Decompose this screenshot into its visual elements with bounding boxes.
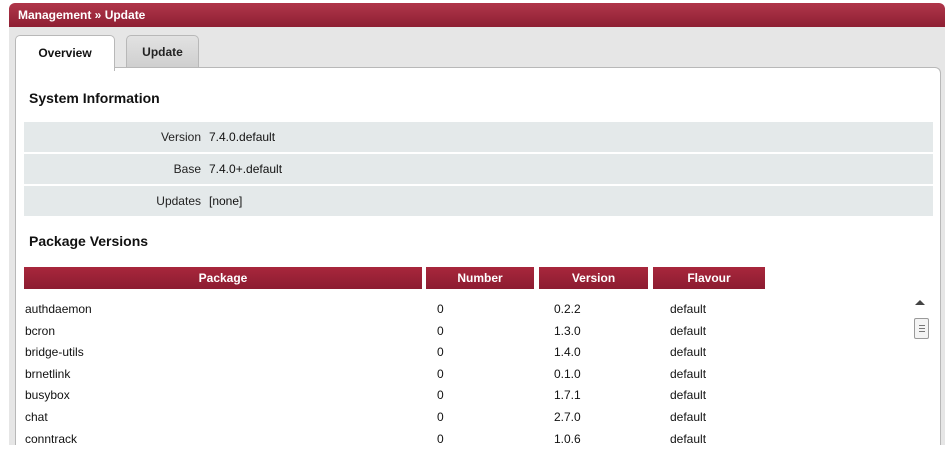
package-number: 0 [437, 302, 444, 316]
package-table-scrollbar[interactable] [913, 296, 931, 445]
package-version: 1.3.0 [554, 323, 581, 338]
package-number: 0 [437, 409, 444, 424]
package-number: 0 [437, 388, 444, 403]
updates-value: [none] [209, 194, 243, 208]
package-versions-heading: Package Versions [29, 233, 149, 249]
table-row: authdaemon 0 0.2.2 default [24, 300, 904, 322]
package-name: authdaemon [25, 302, 92, 316]
package-flavour: default [670, 345, 707, 360]
package-name: bcron [25, 323, 56, 338]
package-name: chat [25, 409, 48, 424]
package-version: 0.1.0 [554, 366, 581, 381]
scroll-up-arrow-icon[interactable] [915, 300, 925, 305]
table-row: bridge-utils 0 1.4.0 default [24, 343, 904, 365]
table-row: brnetlink 0 0.1.0 default [24, 365, 904, 387]
system-row-base: Base 7.4.0+.default [24, 154, 933, 184]
tab-overview[interactable]: Overview [15, 35, 115, 71]
grip-line [919, 328, 925, 329]
tab-update[interactable]: Update [126, 35, 199, 67]
package-flavour: default [670, 302, 707, 316]
package-version: 2.7.0 [554, 409, 581, 424]
column-header-version[interactable]: Version [539, 267, 648, 289]
package-number: 0 [437, 431, 444, 446]
table-row: chat 0 2.7.0 default [24, 408, 904, 430]
column-header-number[interactable]: Number [426, 267, 534, 289]
updates-label: Updates [156, 194, 201, 208]
package-name: brnetlink [25, 366, 71, 381]
system-information-heading: System Information [29, 90, 160, 106]
version-value: 7.4.0.default [209, 130, 276, 144]
scrollbar-thumb[interactable] [914, 318, 929, 339]
package-version: 1.7.1 [554, 388, 581, 403]
package-version: 0.2.2 [554, 302, 581, 316]
table-row: busybox 0 1.7.1 default [24, 386, 904, 408]
package-flavour: default [670, 366, 707, 381]
package-number: 0 [437, 345, 444, 360]
grip-line [919, 325, 925, 326]
package-number: 0 [437, 366, 444, 381]
table-row: conntrack 0 1.0.6 default [24, 430, 904, 451]
package-number: 0 [437, 323, 444, 338]
package-version: 1.4.0 [554, 345, 581, 360]
window-title: Management » Update [9, 3, 945, 27]
package-name: busybox [25, 388, 70, 403]
package-name: conntrack [25, 431, 78, 446]
base-label: Base [173, 162, 201, 176]
package-name: bridge-utils [25, 345, 84, 360]
package-table-body: authdaemon 0 0.2.2 default bcron 0 1.3.0… [24, 300, 904, 451]
grip-line [919, 331, 925, 332]
version-label: Version [160, 130, 201, 144]
package-version: 1.0.6 [554, 431, 581, 446]
system-row-version: Version 7.4.0.default [24, 122, 933, 152]
package-flavour: default [670, 431, 707, 446]
package-flavour: default [670, 388, 707, 403]
system-row-updates: Updates [none] [24, 186, 933, 216]
base-value: 7.4.0+.default [209, 162, 283, 176]
package-flavour: default [670, 323, 707, 338]
column-header-package[interactable]: Package [24, 267, 422, 289]
table-row: bcron 0 1.3.0 default [24, 322, 904, 344]
package-flavour: default [670, 409, 707, 424]
column-header-flavour[interactable]: Flavour [653, 267, 765, 289]
